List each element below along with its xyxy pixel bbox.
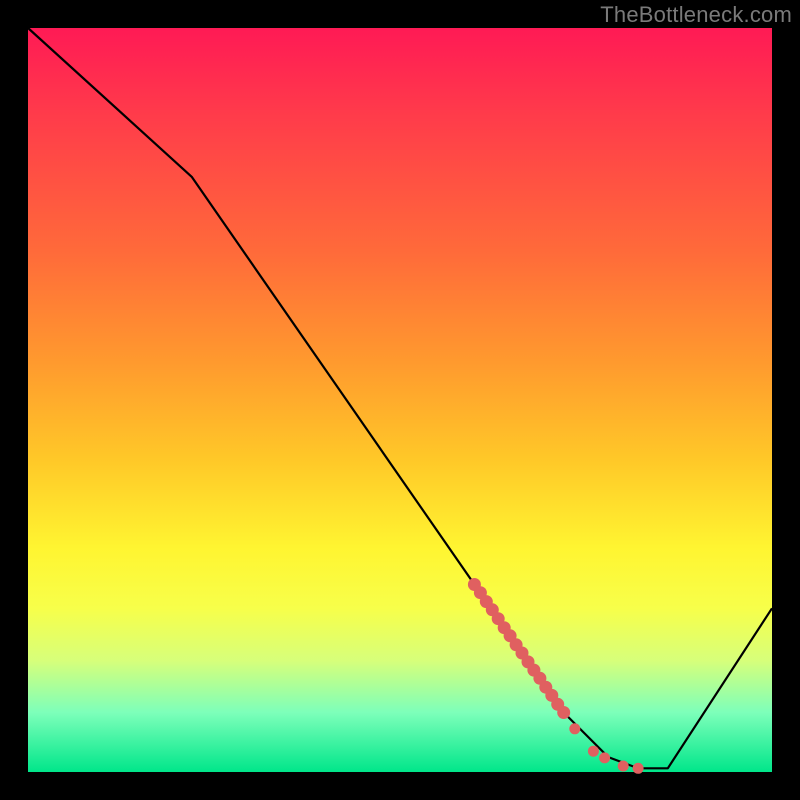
bottleneck-curve [28,28,772,768]
highlight-dots [468,578,644,774]
plot-area [28,28,772,772]
attribution-text: TheBottleneck.com [600,2,792,28]
highlight-dot [633,763,644,774]
highlight-dot [599,752,610,763]
curve-svg [28,28,772,772]
highlight-dot [588,746,599,757]
highlight-dot [569,723,580,734]
highlight-dot [618,761,629,772]
highlight-dot [557,706,570,719]
chart-frame: TheBottleneck.com [0,0,800,800]
